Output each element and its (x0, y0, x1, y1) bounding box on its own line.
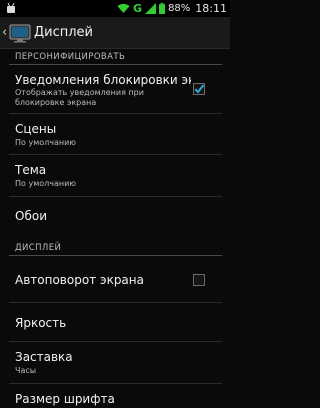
setting-subtitle-line2: блокировке экрана (15, 98, 97, 107)
signal-icon (145, 3, 157, 14)
setting-wallpaper[interactable]: Обои (0, 197, 230, 235)
section-header-personalize: ПЕРСОНИФИЦИРОВАТЬ (15, 52, 126, 62)
setting-title: Автоповорот экрана (15, 273, 144, 287)
android-notification-icon (7, 3, 15, 13)
battery-icon (159, 3, 166, 14)
status-bar: G 88% 18:11 (0, 0, 230, 17)
display-settings-icon[interactable] (9, 22, 31, 44)
setting-lock-notifications[interactable]: Уведомления блокировки экр Отображать ув… (0, 65, 230, 113)
setting-title: Заставка (15, 350, 73, 364)
page-title: Дисплей (34, 25, 94, 40)
setting-screensaver[interactable]: Заставка Часы (0, 342, 230, 382)
section-header-display: ДИСПЛЕЙ (15, 243, 62, 253)
setting-subtitle-line1: Отображать уведомления при (15, 88, 144, 97)
setting-scenes[interactable]: Сцены По умолчанию (0, 114, 230, 154)
battery-percent: 88% (168, 3, 191, 14)
network-type-label: G (133, 2, 143, 15)
auto-rotate-checkbox[interactable] (193, 274, 205, 286)
setting-font-size[interactable]: Размер шрифта (0, 384, 230, 408)
setting-subtitle: По умолчанию (15, 179, 77, 188)
setting-subtitle: По умолчанию (15, 138, 77, 147)
lock-notifications-checkbox[interactable] (193, 83, 205, 95)
action-bar-divider (0, 48, 230, 49)
setting-title: Уведомления блокировки экр (15, 73, 191, 87)
setting-brightness[interactable]: Яркость (0, 303, 230, 341)
clock: 18:11 (195, 2, 227, 15)
setting-title: Яркость (15, 316, 67, 330)
action-bar: ‹ Дисплей (0, 17, 230, 49)
setting-subtitle: Часы (15, 366, 37, 375)
wifi-icon (117, 3, 130, 14)
setting-title: Сцены (15, 122, 57, 136)
back-chevron-icon[interactable]: ‹ (2, 25, 7, 41)
setting-title: Размер шрифта (15, 392, 115, 406)
setting-title: Тема (15, 163, 47, 177)
setting-theme[interactable]: Тема По умолчанию (0, 155, 230, 195)
setting-title: Обои (15, 209, 47, 223)
setting-auto-rotate[interactable]: Автоповорот экрана (0, 256, 230, 302)
